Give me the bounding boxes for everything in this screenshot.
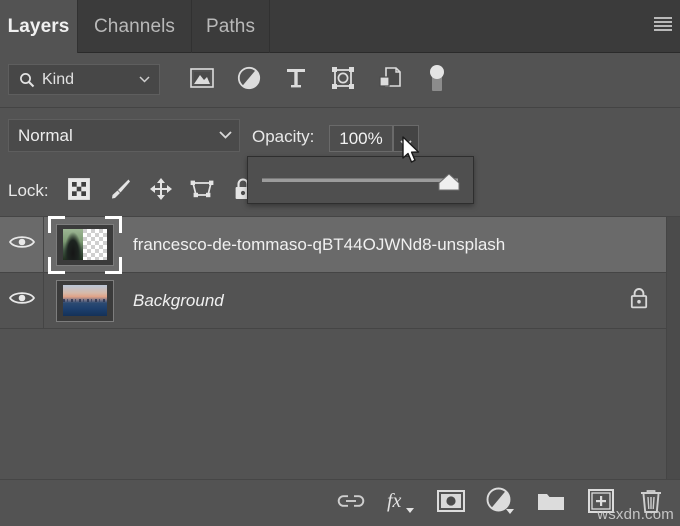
opacity-input[interactable]: 100% [329, 125, 393, 152]
tab-layers-label: Layers [8, 16, 70, 38]
layers-bottom-toolbar: fx [0, 479, 680, 525]
delete-layer-button[interactable] [626, 480, 676, 526]
eye-icon [9, 290, 35, 311]
filter-type-icons [178, 53, 460, 108]
opacity-slider-track[interactable] [262, 178, 458, 182]
folder-icon [537, 490, 565, 517]
blend-mode-value: Normal [18, 126, 73, 146]
new-fill-adjustment-button[interactable] [476, 480, 526, 526]
hamburger-menu-icon[interactable] [654, 17, 672, 31]
table-row[interactable]: francesco-de-tommaso-qBT44OJWNd8-unsplas… [0, 217, 666, 273]
tab-bar-empty-area [270, 0, 680, 53]
tab-channels[interactable]: Channels [78, 0, 192, 53]
slider-handle-icon[interactable] [438, 174, 460, 191]
half-circle-icon [237, 66, 261, 95]
filter-toggle[interactable] [413, 53, 460, 108]
mask-icon [437, 490, 465, 517]
layer-style-button[interactable]: fx [376, 480, 426, 526]
layer-visibility-toggle[interactable] [0, 273, 44, 328]
chevron-down-icon [219, 131, 230, 138]
tab-paths[interactable]: Paths [192, 0, 270, 53]
filter-kind-label: Kind [42, 71, 74, 89]
toggle-switch-icon [429, 64, 445, 97]
layer-list-scrollbar[interactable] [666, 217, 680, 479]
pixel-layers-filter[interactable] [178, 53, 225, 108]
vector-shape-icon [331, 66, 355, 95]
opacity-slider-popup[interactable] [247, 156, 474, 204]
new-group-button[interactable] [526, 480, 576, 526]
filter-kind-select[interactable]: Kind [8, 64, 160, 95]
text-t-icon [285, 67, 307, 94]
panel-tab-bar: Layers Channels Paths [0, 0, 680, 53]
layer-name[interactable]: Background [126, 291, 612, 311]
image-icon [190, 68, 214, 93]
sunset-skyline-image [63, 285, 107, 316]
layer-thumbnail-cell[interactable] [44, 273, 126, 328]
type-layers-filter[interactable] [272, 53, 319, 108]
smart-object-filter[interactable] [366, 53, 413, 108]
lock-image-pixels[interactable] [99, 165, 140, 217]
table-row[interactable]: Background [0, 273, 666, 329]
layer-name[interactable]: francesco-de-tommaso-qBT44OJWNd8-unsplas… [126, 235, 612, 255]
lock-transparent-pixels[interactable] [58, 165, 99, 217]
new-layer-button[interactable] [576, 480, 626, 526]
opacity-dropdown-button[interactable] [393, 125, 419, 152]
link-layers-button[interactable] [326, 480, 376, 526]
tab-layers[interactable]: Layers [0, 0, 78, 53]
link-icon [337, 494, 365, 513]
layer-thumbnail [56, 224, 114, 266]
lock-position[interactable] [140, 165, 181, 217]
chevron-down-icon [400, 135, 412, 143]
brush-icon [108, 177, 132, 206]
prevent-artboard-nesting[interactable] [181, 165, 222, 217]
layer-list: francesco-de-tommaso-qBT44OJWNd8-unsplas… [0, 217, 680, 479]
layer-thumbnail [56, 280, 114, 322]
bottom-toolbar-icons: fx [326, 480, 676, 526]
checkerboard-icon [68, 178, 90, 205]
layer-visibility-toggle[interactable] [0, 217, 44, 272]
artboard-icon [190, 178, 214, 205]
padlock-icon [630, 287, 648, 314]
adjustment-layers-filter[interactable] [225, 53, 272, 108]
layer-thumbnail-cell[interactable] [44, 217, 126, 272]
new-layer-icon [588, 489, 614, 518]
move-arrows-icon [149, 177, 173, 206]
half-circle-icon [486, 487, 516, 520]
add-layer-mask-button[interactable] [426, 480, 476, 526]
opacity-label: Opacity: [252, 127, 314, 147]
smart-object-icon [378, 66, 402, 95]
lock-label: Lock: [8, 181, 49, 201]
layer-lock-indicator [612, 287, 666, 314]
fx-icon: fx [386, 488, 416, 519]
eye-icon [9, 234, 35, 255]
layer-filter-row: Kind [0, 53, 680, 108]
chevron-down-icon [139, 76, 150, 83]
magnifier-icon [19, 72, 35, 88]
shape-layers-filter[interactable] [319, 53, 366, 108]
cutout-figure-image [63, 229, 83, 260]
layers-panel: Layers Channels Paths Kind [0, 0, 680, 525]
blend-mode-select[interactable]: Normal [8, 119, 240, 152]
trash-icon [639, 488, 663, 519]
svg-text:fx: fx [387, 490, 402, 512]
tab-paths-label: Paths [206, 16, 255, 38]
lock-icons [58, 165, 263, 217]
tab-channels-label: Channels [94, 16, 175, 38]
